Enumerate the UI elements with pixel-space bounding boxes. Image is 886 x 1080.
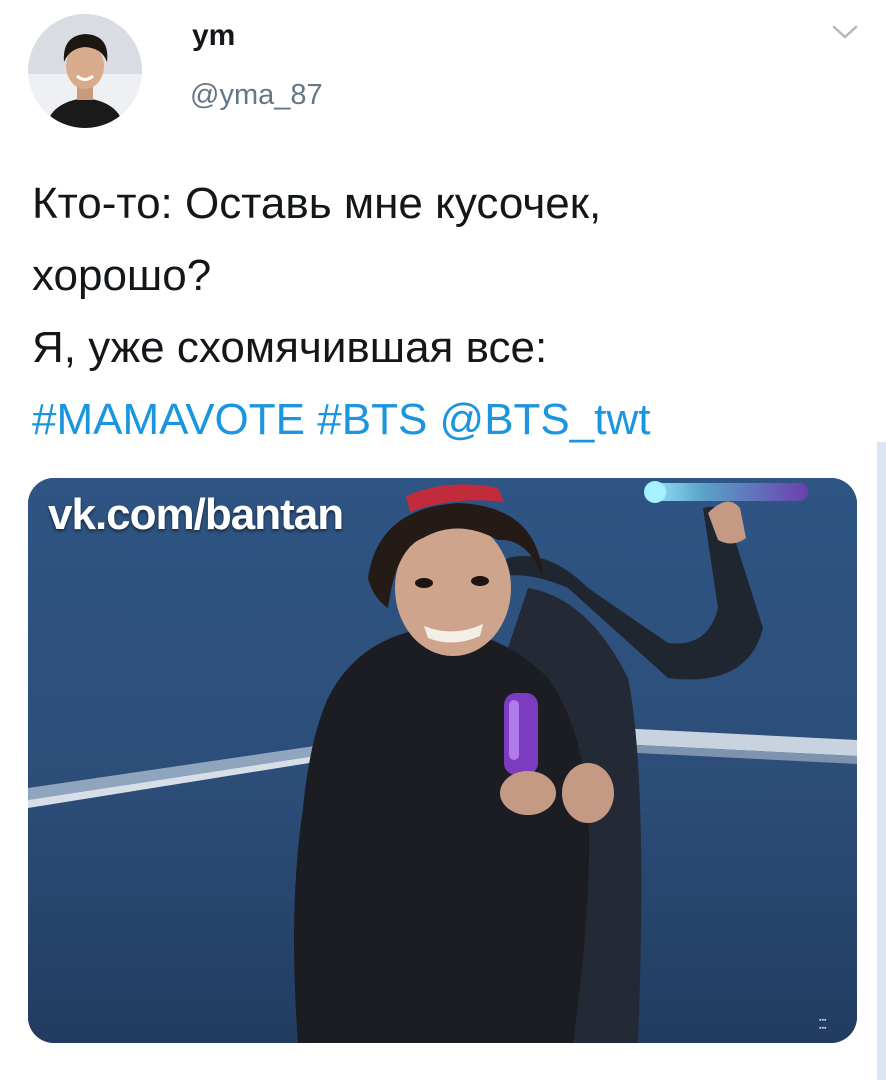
media-image (28, 478, 857, 1043)
tweet-text-line: Кто-то: Оставь мне кусочек, (32, 179, 602, 228)
watermark-text: vk.com/bantan (48, 490, 344, 539)
tweet-text-line: хорошо? (32, 251, 212, 300)
corner-logo: ▪▪▪ ▪▪▪ (819, 1017, 827, 1032)
author-handle[interactable]: @yma_87 (190, 78, 323, 112)
tweet-text: Кто-то: Оставь мне кусочек, хорошо? Я, у… (32, 168, 862, 456)
tweet-media[interactable]: vk.com/bantan ▪▪▪ ▪▪▪ (28, 478, 857, 1043)
author-display-name[interactable]: ym (192, 18, 235, 54)
mention-bts-twt[interactable]: @BTS_twt (440, 395, 651, 444)
tweet-tags-line: #MAMAVOTE #BTS @BTS_twt (32, 384, 862, 456)
avatar[interactable] (28, 14, 142, 128)
hashtag-bts[interactable]: #BTS (317, 395, 427, 444)
hashtag-mamavote[interactable]: #MAMAVOTE (32, 395, 305, 444)
avatar-image (28, 14, 142, 128)
chevron-down-icon[interactable] (830, 20, 860, 44)
scrollbar[interactable] (877, 442, 886, 1080)
tweet-text-line: Я, уже схомячившая все: (32, 323, 548, 372)
